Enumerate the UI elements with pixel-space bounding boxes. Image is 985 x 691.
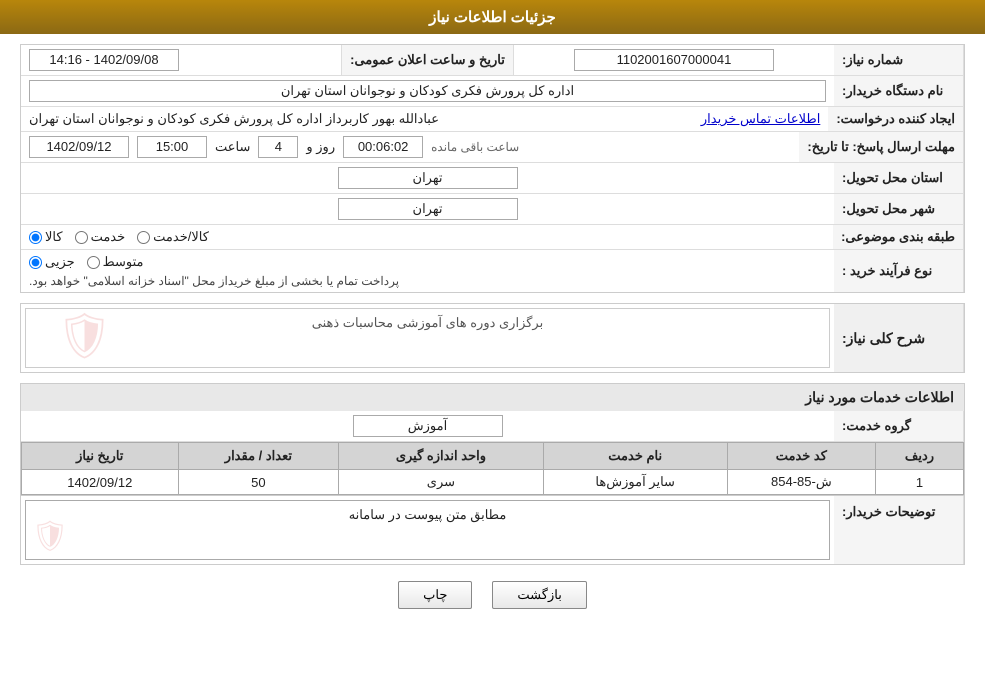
purchase-note: پرداخت تمام یا بخشی از مبلغ خریداز محل "… [29, 274, 399, 288]
col-qty: تعداد / مقدار [178, 443, 339, 470]
radio-kala-khedmat-input[interactable] [137, 231, 150, 244]
service-table-wrapper: ردیف کد خدمت نام خدمت واحد اندازه گیری ت… [21, 442, 964, 495]
need-number-value: 1102001607000041 [574, 49, 774, 71]
table-cell-date: 1402/09/12 [22, 470, 179, 495]
creator-row: ایجاد کننده درخواست: اطلاعات تماس خریدار… [21, 107, 964, 132]
col-code: کد خدمت [727, 443, 875, 470]
province-label: استان محل تحویل: [834, 163, 964, 193]
col-name: نام خدمت [543, 443, 727, 470]
col-date: تاریخ نیاز [22, 443, 179, 470]
announce-datetime-value: 1402/09/08 - 14:16 [29, 49, 179, 71]
buyer-org-value: اداره کل پرورش فکری کودکان و نوجوانان اس… [29, 80, 826, 102]
category-radio-group: کالا/خدمت خدمت کالا [29, 229, 209, 245]
table-cell-code: ش-85-854 [727, 470, 875, 495]
radio-khedmat-label: خدمت [91, 229, 126, 245]
buttons-row: بازگشت چاپ [20, 581, 965, 609]
need-number-row: شماره نیاز: 1102001607000041 تاریخ و ساع… [21, 45, 964, 76]
radio-kala-khedmat[interactable]: کالا/خدمت [137, 229, 209, 245]
buyer-org-label: نام دستگاه خریدار: [834, 76, 964, 106]
service-info-title: اطلاعات خدمات مورد نیاز [20, 383, 965, 411]
reply-deadline-label: مهلت ارسال پاسخ: تا تاریخ: [799, 132, 964, 162]
service-group-value: آموزش [353, 415, 503, 437]
general-desc-box: برگزاری دوره های آموزشی محاسبات ذهنی 🛡 [25, 308, 830, 368]
purchase-type-row: نوع فرآیند خرید : متوسط جزیی پرداخت تمام… [21, 250, 964, 292]
page-header: جزئیات اطلاعات نیاز [0, 0, 985, 34]
reply-date: 1402/09/12 [29, 136, 129, 158]
category-label: طبقه بندی موضوعی: [833, 225, 964, 249]
radio-kala[interactable]: کالا [29, 229, 63, 245]
buyer-notes-value-wrapper: مطابق متن پیوست در سامانه 🛡 [21, 496, 834, 564]
radio-jozii[interactable]: جزیی [29, 254, 75, 270]
table-row: 1ش-85-854سایر آموزش‌هاسری501402/09/12 [22, 470, 964, 495]
contact-link[interactable]: اطلاعات تماس خریدار [701, 111, 820, 127]
buyer-notes-section: توضیحات خریدار: مطابق متن پیوست در سامان… [20, 496, 965, 565]
city-label: شهر محل تحویل: [834, 194, 964, 224]
city-value: تهران [338, 198, 518, 220]
table-cell-row: 1 [875, 470, 963, 495]
radio-kala-khedmat-label: کالا/خدمت [153, 229, 209, 245]
radio-motevaset[interactable]: متوسط [87, 254, 144, 270]
table-cell-unit: سری [339, 470, 543, 495]
creator-value: عبادالله بهور کاربرداز اداره کل پرورش فک… [29, 111, 439, 127]
radio-jozii-input[interactable] [29, 256, 42, 269]
buyer-org-row: نام دستگاه خریدار: اداره کل پرورش فکری ک… [21, 76, 964, 107]
remaining-label: ساعت باقی مانده [431, 140, 519, 154]
main-info-section: شماره نیاز: 1102001607000041 تاریخ و ساع… [20, 44, 965, 293]
service-table: ردیف کد خدمت نام خدمت واحد اندازه گیری ت… [21, 442, 964, 495]
back-button[interactable]: بازگشت [492, 581, 586, 609]
creator-label: ایجاد کننده درخواست: [828, 107, 964, 131]
general-desc-value: برگزاری دوره های آموزشی محاسبات ذهنی [32, 315, 823, 331]
city-row: شهر محل تحویل: تهران [21, 194, 964, 225]
radio-jozii-label: جزیی [45, 254, 75, 270]
province-value: تهران [338, 167, 518, 189]
page-title: جزئیات اطلاعات نیاز [429, 9, 556, 26]
radio-motevaset-label: متوسط [103, 254, 144, 270]
days-value: 4 [258, 136, 298, 158]
radio-khedmat-input[interactable] [75, 231, 88, 244]
purchase-type-radio-group: متوسط جزیی [29, 254, 144, 270]
buyer-notes-text: مطابق متن پیوست در سامانه [26, 501, 829, 529]
remaining-value: 00:06:02 [343, 136, 423, 158]
radio-kala-input[interactable] [29, 231, 42, 244]
time-label: ساعت [215, 139, 250, 155]
col-row: ردیف [875, 443, 963, 470]
category-row: طبقه بندی موضوعی: کالا/خدمت خدمت کالا [21, 225, 964, 250]
general-desc-section: شرح کلی نیاز: برگزاری دوره های آموزشی مح… [20, 303, 965, 373]
col-unit: واحد اندازه گیری [339, 443, 543, 470]
announce-datetime-label: تاریخ و ساعت اعلان عمومی: [341, 45, 514, 75]
general-desc-label: شرح کلی نیاز: [834, 304, 964, 372]
service-group-label: گروه خدمت: [834, 411, 964, 441]
days-label: روز و [306, 139, 335, 155]
buyer-notes-label: توضیحات خریدار: [834, 496, 964, 564]
radio-kala-label: کالا [45, 229, 63, 245]
radio-motevaset-input[interactable] [87, 256, 100, 269]
table-cell-name: سایر آموزش‌ها [543, 470, 727, 495]
radio-khedmat[interactable]: خدمت [75, 229, 126, 245]
print-button[interactable]: چاپ [398, 581, 472, 609]
purchase-type-label: نوع فرآیند خرید : [834, 250, 964, 292]
reply-deadline-row: مهلت ارسال پاسخ: تا تاریخ: ساعت باقی مان… [21, 132, 964, 163]
province-row: استان محل تحویل: تهران [21, 163, 964, 194]
need-number-label: شماره نیاز: [834, 45, 964, 75]
table-cell-qty: 50 [178, 470, 339, 495]
time-value: 15:00 [137, 136, 207, 158]
service-group-row: گروه خدمت: آموزش [21, 411, 964, 442]
